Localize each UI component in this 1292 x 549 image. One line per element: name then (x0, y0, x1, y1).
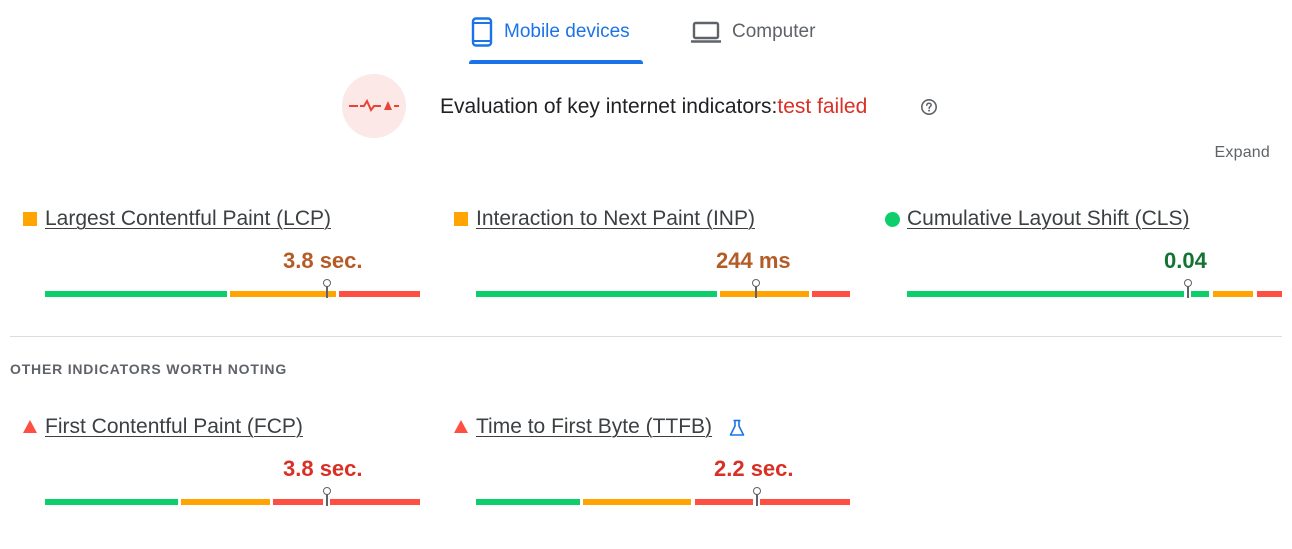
metric-lcp: Largest Contentful Paint (LCP) 3.8 sec. (23, 207, 443, 307)
metric-ttfb: Time to First Byte (TTFB) 2.2 sec. (454, 415, 874, 515)
metric-inp-distribution-bar (476, 279, 850, 298)
tab-computer-label: Computer (732, 21, 816, 42)
section-divider (10, 336, 1282, 337)
tab-mobile-label: Mobile devices (504, 21, 630, 42)
metric-fcp-value: 3.8 sec. (283, 456, 363, 481)
smartphone-icon (471, 17, 493, 47)
device-tabs: Mobile devices Computer (0, 0, 1292, 64)
metric-lcp-marker (323, 279, 331, 301)
metric-fcp-marker (323, 487, 331, 509)
flask-icon[interactable] (729, 419, 745, 437)
needs-improvement-icon (454, 212, 468, 226)
help-icon[interactable] (920, 98, 938, 116)
metric-inp-marker (752, 279, 760, 301)
metric-lcp-title[interactable]: Largest Contentful Paint (LCP) (45, 207, 331, 231)
metric-cls-marker (1184, 279, 1192, 301)
metric-cls-value: 0.04 (1164, 248, 1207, 273)
needs-improvement-icon (23, 212, 37, 226)
metric-inp-value: 244 ms (716, 248, 791, 273)
page: Mobile devices Computer Evaluation of ke… (0, 0, 1292, 549)
metric-ttfb-marker (753, 487, 761, 509)
metric-cls-distribution-bar (907, 279, 1282, 298)
active-tab-indicator (469, 60, 643, 64)
assessment-label: Evaluation of key internet indicators: (440, 95, 778, 118)
poor-icon (454, 420, 468, 433)
good-icon (885, 212, 900, 227)
metric-fcp: First Contentful Paint (FCP) 3.8 sec. (23, 415, 443, 515)
assessment-heading: Evaluation of key internet indicators:te… (440, 95, 867, 119)
metric-cls: Cumulative Layout Shift (CLS) 0.04 (885, 207, 1292, 307)
poor-icon (23, 420, 37, 433)
metric-ttfb-title[interactable]: Time to First Byte (TTFB) (476, 415, 712, 439)
metric-ttfb-value: 2.2 sec. (714, 456, 794, 481)
metric-inp: Interaction to Next Paint (INP) 244 ms (454, 207, 874, 307)
metric-cls-title[interactable]: Cumulative Layout Shift (CLS) (907, 207, 1189, 231)
tab-computer[interactable]: Computer (690, 0, 815, 64)
other-metrics-heading: OTHER INDICATORS WORTH NOTING (10, 361, 288, 377)
expand-button[interactable]: Expand (1215, 144, 1270, 162)
assessment-status: test failed (777, 95, 868, 118)
metric-fcp-distribution-bar (45, 487, 420, 506)
core-web-vitals-failed-icon (342, 74, 406, 138)
metric-inp-title[interactable]: Interaction to Next Paint (INP) (476, 207, 755, 231)
metric-ttfb-distribution-bar (476, 487, 850, 506)
metric-lcp-value: 3.8 sec. (283, 248, 363, 273)
laptop-icon (691, 21, 721, 43)
metric-lcp-distribution-bar (45, 279, 420, 298)
tab-mobile-devices[interactable]: Mobile devices (470, 0, 630, 64)
metric-fcp-title[interactable]: First Contentful Paint (FCP) (45, 415, 303, 439)
